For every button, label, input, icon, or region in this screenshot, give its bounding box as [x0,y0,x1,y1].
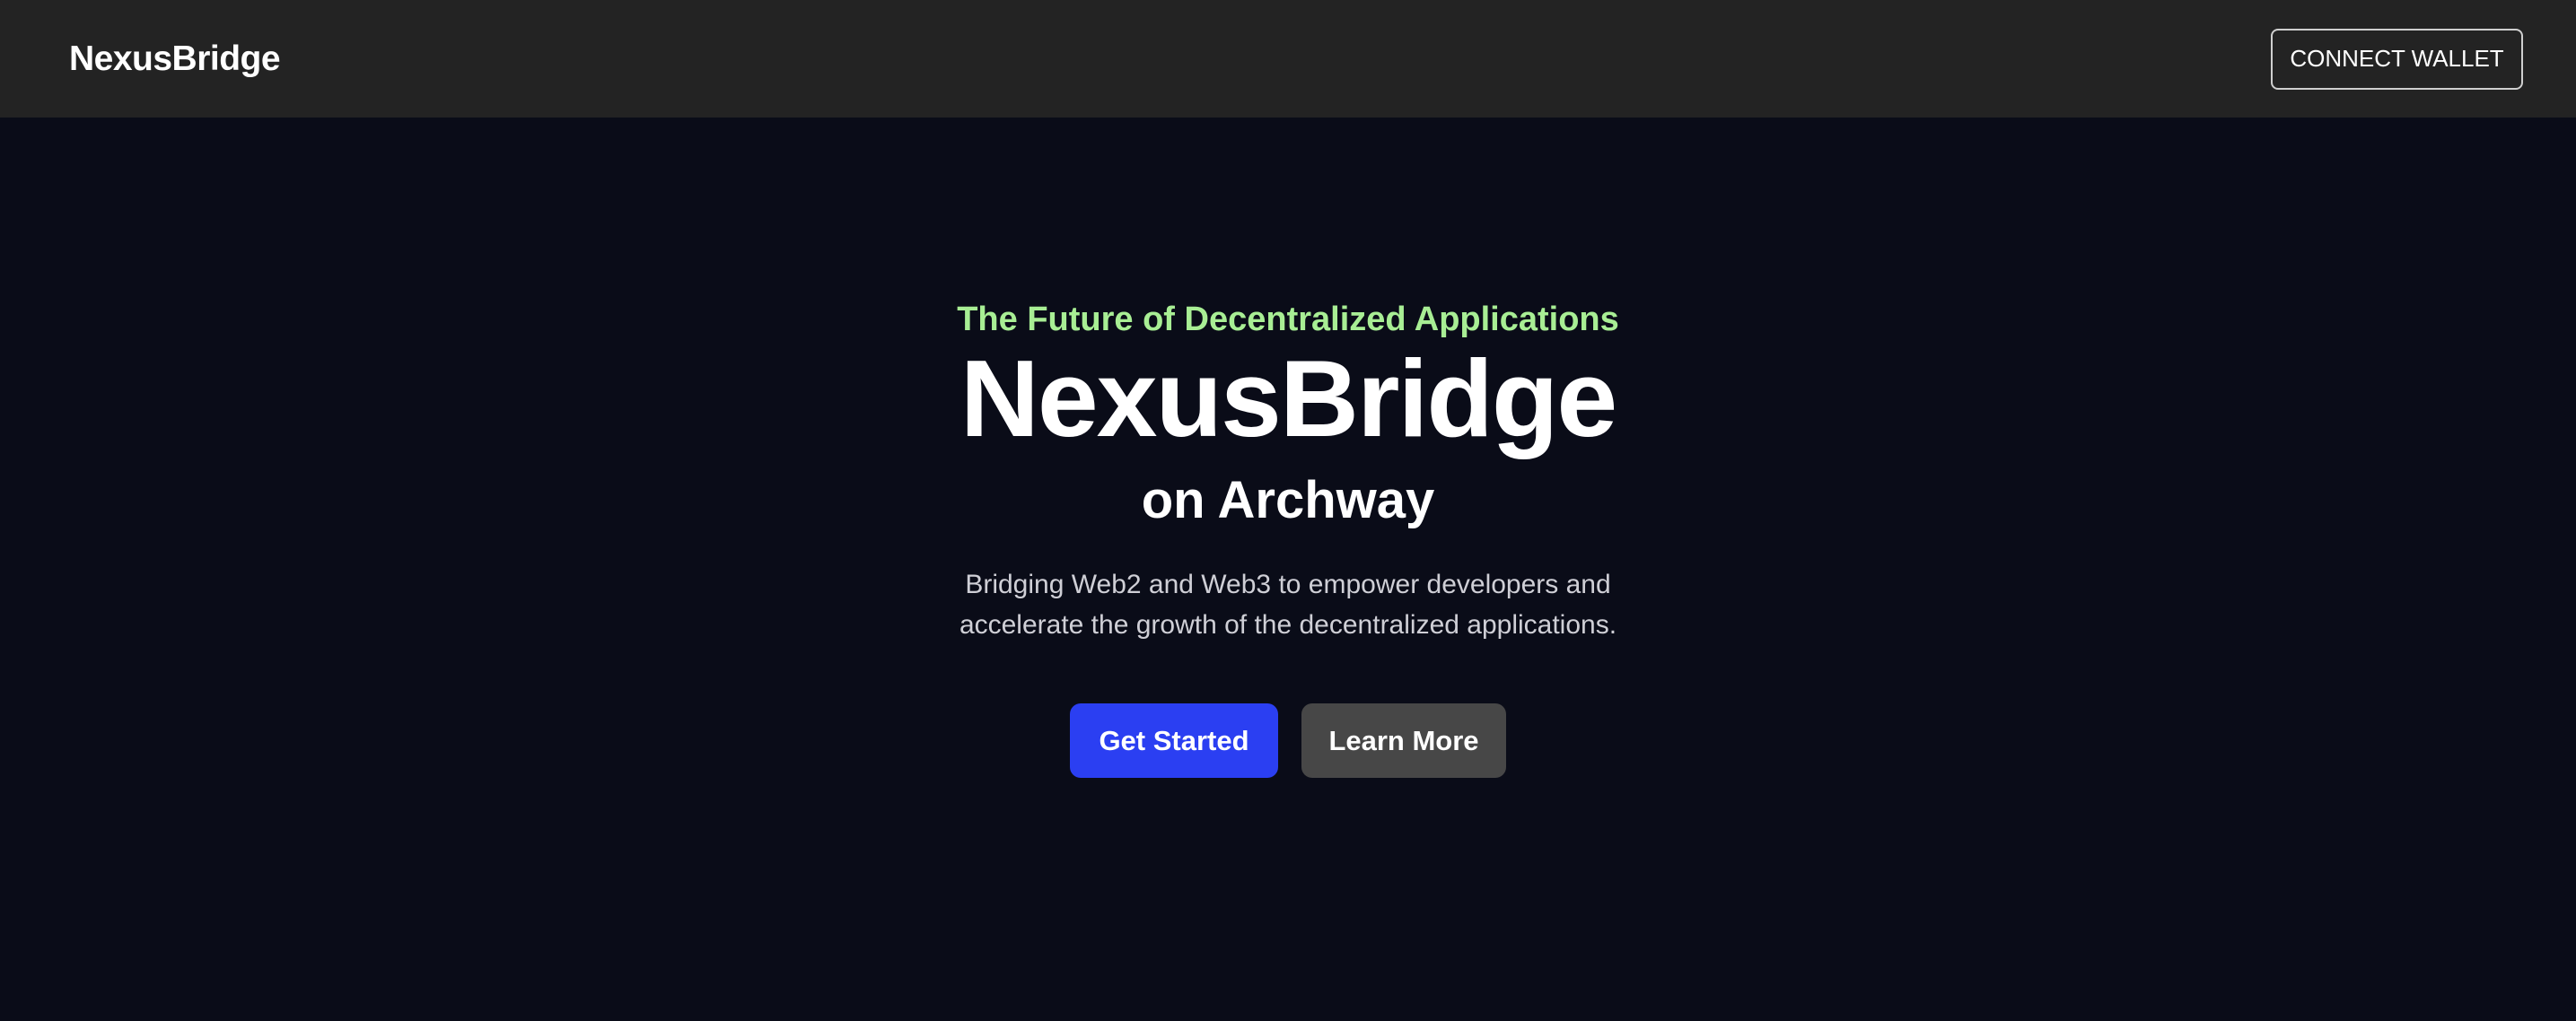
hero-description-line: accelerate the growth of the decentraliz… [959,610,1617,640]
get-started-button[interactable]: Get Started [1070,703,1278,778]
learn-more-button[interactable]: Learn More [1301,703,1506,778]
connect-wallet-button[interactable]: CONNECT WALLET [2271,28,2523,90]
navbar: NexusBridge CONNECT WALLET [0,0,2576,118]
hero-title: NexusBridge [959,337,1618,459]
hero-subtitle: on Archway [1141,471,1435,529]
hero-section: The Future of Decentralized Applications… [0,118,2576,1021]
hero-actions: Get Started Learn More [0,703,2576,778]
hero-tagline: The Future of Decentralized Applications [957,301,1619,338]
brand-logo[interactable]: NexusBridge [69,39,281,79]
hero-description: Bridging Web2 and Web3 to empower develo… [0,564,2576,645]
hero-description-line: Bridging Web2 and Web3 to empower develo… [965,570,1611,599]
